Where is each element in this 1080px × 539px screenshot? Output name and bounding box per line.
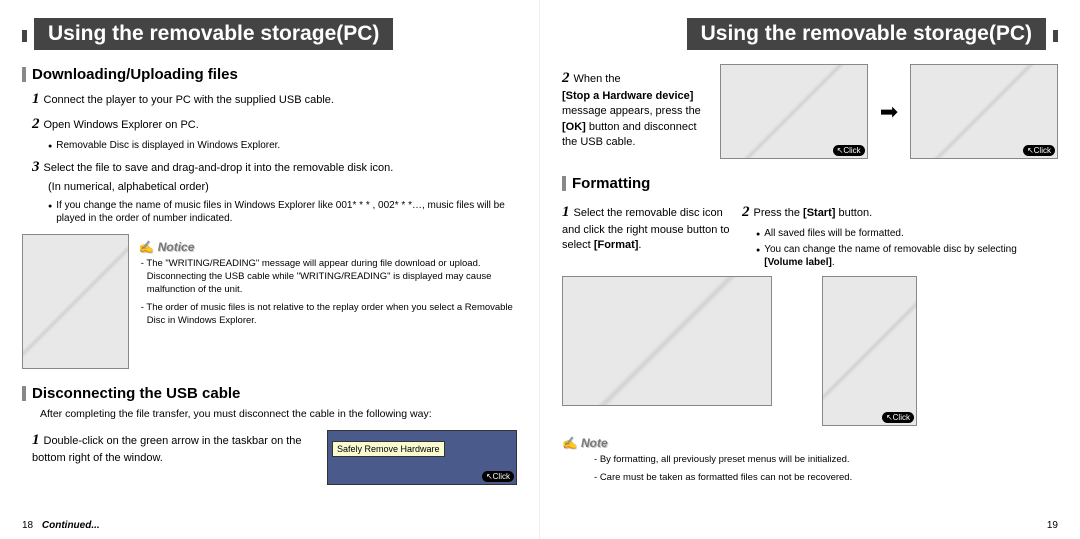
step-text: Select the removable disc icon and click…: [562, 207, 730, 251]
bold-label: [Format]: [594, 239, 639, 251]
footer: 18 Continued...: [22, 520, 100, 531]
page-number: 18: [22, 520, 33, 531]
footer: 19: [1047, 520, 1058, 531]
page-number: 19: [1047, 520, 1058, 531]
sub-bullet: Removable Disc is displayed in Windows E…: [48, 139, 517, 153]
section-downloading: Downloading/Uploading files: [22, 66, 517, 83]
sub-text: You can change the name of removable dis…: [764, 243, 1058, 270]
section-formatting: Formatting: [562, 175, 1058, 192]
click-badge: ↖Click: [482, 471, 514, 482]
step-text: Double-click on the green arrow in the t…: [32, 435, 302, 464]
sub-text: If you change the name of music files in…: [56, 199, 517, 226]
notice-label: Notice: [139, 240, 517, 254]
page-19: Using the removable storage(PC) 2When th…: [540, 0, 1080, 539]
step: 1Connect the player to your PC with the …: [32, 89, 517, 110]
sub-text: All saved files will be formatted.: [764, 227, 904, 241]
step-text: Select the file to save and drag-and-dro…: [44, 162, 394, 174]
section-disconnecting: Disconnecting the USB cable: [22, 385, 517, 402]
dialog-screenshot-2: ↖Click: [910, 64, 1058, 159]
title-row: Using the removable storage(PC): [22, 18, 517, 50]
notice-box: Notice The "WRITING/READING" message wil…: [139, 240, 517, 334]
step: 2Press the [Start] button.: [742, 202, 1058, 223]
page-18: Using the removable storage(PC) Download…: [0, 0, 540, 539]
step-line2: (In numerical, alphabetical order): [48, 180, 517, 195]
note-item: By formatting, all previously preset men…: [592, 454, 1058, 467]
step: 2Open Windows Explorer on PC.: [32, 114, 517, 135]
sub-text: Removable Disc is displayed in Windows E…: [56, 139, 280, 153]
note-box: Note By formatting, all previously prese…: [562, 436, 1058, 486]
arrow-icon: ➡: [878, 99, 900, 125]
notice-item: The "WRITING/READING" message will appea…: [139, 258, 517, 296]
note-item: Care must be taken as formatted files ca…: [592, 472, 1058, 485]
sub-bullet: All saved files will be formatted.: [756, 227, 1058, 241]
explorer-screenshot: [22, 234, 129, 369]
format-dialog-screenshot: ↖Click: [822, 276, 917, 426]
bold-label: [Start]: [803, 207, 835, 219]
page-title: Using the removable storage(PC): [687, 18, 1046, 50]
bold-label: [Stop a Hardware device]: [562, 90, 693, 102]
page-title: Using the removable storage(PC): [34, 18, 393, 50]
continued-label: Continued...: [42, 520, 100, 531]
click-badge: ↖Click: [833, 145, 865, 156]
notice-item: The order of music files is not relative…: [139, 302, 517, 328]
intro-text: After completing the file transfer, you …: [40, 408, 517, 420]
click-badge: ↖Click: [1023, 145, 1055, 156]
step: 1Select the removable disc icon and clic…: [562, 202, 732, 254]
step: 2When the [Stop a Hardware device] messa…: [562, 68, 710, 151]
step-text: Open Windows Explorer on PC.: [44, 119, 199, 131]
step: 3Select the file to save and drag-and-dr…: [32, 157, 517, 178]
step-text: message appears, press the: [562, 105, 701, 117]
bold-label: [OK]: [562, 121, 586, 133]
title-row: Using the removable storage(PC): [562, 18, 1058, 50]
dialog-screenshot-1: ↖Click: [720, 64, 868, 159]
step-text: Press the: [754, 207, 800, 219]
tooltip-label: Safely Remove Hardware: [332, 441, 445, 457]
step: 1Double-click on the green arrow in the …: [32, 430, 317, 466]
sub-bullet: If you change the name of music files in…: [48, 199, 517, 226]
note-label: Note: [562, 436, 1058, 450]
context-menu-screenshot: [562, 276, 772, 406]
taskbar-screenshot: Safely Remove Hardware ↖Click: [327, 430, 517, 485]
sub-bullet: You can change the name of removable dis…: [756, 243, 1058, 270]
step-text: button.: [838, 207, 872, 219]
step-text: Connect the player to your PC with the s…: [44, 94, 334, 106]
click-badge: ↖Click: [882, 412, 914, 423]
step-text: When the: [574, 73, 621, 85]
